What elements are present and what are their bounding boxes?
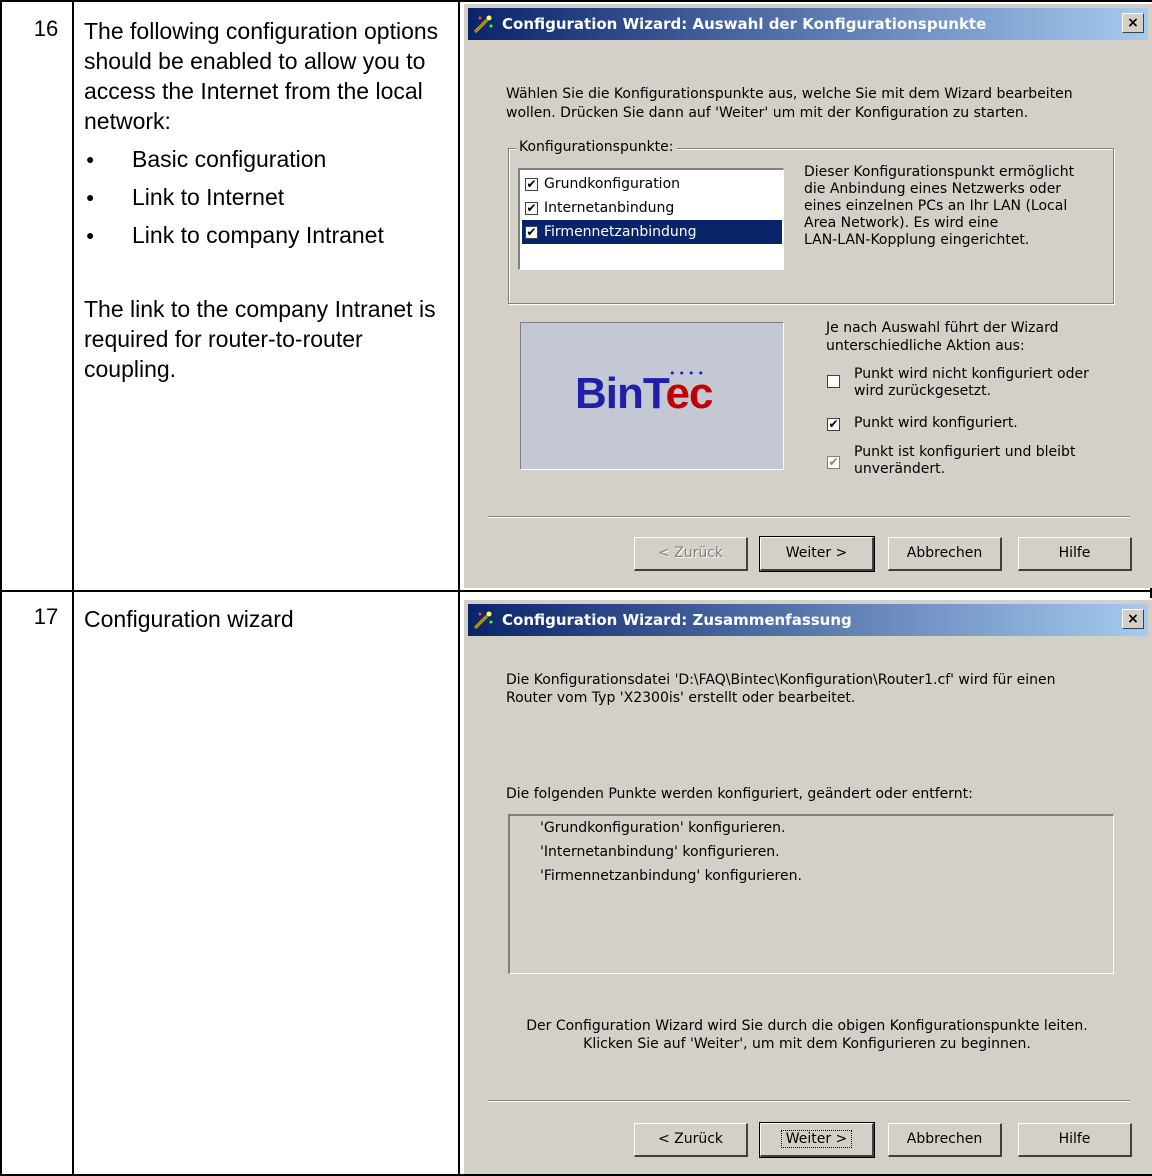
description-line: LAN-LAN-Kopplung eingerichtet. xyxy=(804,232,1030,248)
wizard-wand-icon xyxy=(473,15,493,34)
table-row-divider xyxy=(0,590,1152,592)
list-item: ● Link to company Intranet xyxy=(84,216,454,254)
config-file-text: Die Konfigurationsdatei 'D:\FAQ\Bintec\K… xyxy=(506,672,1056,688)
dialog-titlebar: Configuration Wizard: Auswahl der Konfig… xyxy=(468,8,1148,40)
wizard-dialog-summary: Configuration Wizard: Zusammenfassung × … xyxy=(462,598,1152,1174)
legend-text: Punkt wird nicht konfiguriert oder xyxy=(854,366,1089,382)
summary-list: 'Grundkonfiguration' konfigurieren. 'Int… xyxy=(508,814,1114,974)
list-item: ● Basic configuration xyxy=(84,140,454,178)
logo-text-blue: BinT xyxy=(575,369,666,418)
help-button[interactable]: Hilfe xyxy=(1018,537,1132,571)
list-item-label: Internetanbindung xyxy=(544,200,675,216)
button-separator xyxy=(488,1100,1130,1102)
wizard-wand-icon xyxy=(473,611,493,630)
back-button[interactable]: < Zurück xyxy=(634,537,748,571)
option-list: ● Basic configuration ● Link to Internet ●… xyxy=(84,140,454,254)
list-item-label: Grundkonfiguration xyxy=(544,176,681,192)
list-item: 'Grundkonfiguration' konfigurieren. xyxy=(540,820,786,836)
bullet-icon: ● xyxy=(86,151,95,167)
legend-checkbox-checked: ✔ xyxy=(827,417,840,431)
list-item-firmennetzanbindung[interactable]: ✔ Firmennetzanbindung xyxy=(522,220,782,244)
list-item: 'Firmennetzanbindung' konfigurieren. xyxy=(540,868,802,884)
bintec-logo-panel: BinTec •••• xyxy=(520,322,784,470)
intro-text-line: Wählen Sie die Konfigurationspunkte aus,… xyxy=(506,86,1073,102)
checkbox-checked[interactable]: ✔ xyxy=(525,226,538,239)
legend-text: wird zurückgesetzt. xyxy=(854,383,992,399)
footer-text-line: Klicken Sie auf 'Weiter', um mit dem Kon… xyxy=(583,1036,1031,1052)
cancel-button[interactable]: Abbrechen xyxy=(888,537,1002,571)
button-separator xyxy=(488,516,1130,518)
help-button[interactable]: Hilfe xyxy=(1018,1123,1132,1157)
wizard-dialog-selection: Configuration Wizard: Auswahl der Konfig… xyxy=(462,2,1152,588)
list-item-label: Link to company Intranet xyxy=(132,222,384,248)
table-column-divider xyxy=(458,0,460,1176)
list-item-grundkonfiguration[interactable]: ✔ Grundkonfiguration xyxy=(522,172,802,196)
footer-text-line: Der Configuration Wizard wird Sie durch … xyxy=(526,1018,1088,1034)
step-number: 16 xyxy=(33,16,59,41)
router-type-text: Router vom Typ 'X2300is' erstellt oder b… xyxy=(506,690,856,706)
dialog-title: Configuration Wizard: Zusammenfassung xyxy=(502,611,852,629)
groupbox-label: Konfigurationspunkte: xyxy=(516,139,677,155)
list-item: ● Link to Internet xyxy=(84,178,454,216)
legend-text: Punkt wird konfiguriert. xyxy=(854,415,1018,431)
list-item-internetanbindung[interactable]: ✔ Internetanbindung xyxy=(522,196,802,220)
bullet-icon: ● xyxy=(86,227,95,243)
step-description: Configuration wizard xyxy=(84,606,294,632)
list-item: 'Internetanbindung' konfigurieren. xyxy=(540,844,780,860)
list-header: Die folgenden Punkte werden konfiguriert… xyxy=(506,786,973,802)
next-button[interactable]: Weiter > xyxy=(759,1122,875,1158)
checkbox-checked[interactable]: ✔ xyxy=(525,202,538,215)
list-item-label: Basic configuration xyxy=(132,146,327,172)
list-item-label: Firmennetzanbindung xyxy=(544,224,697,240)
table-border-left xyxy=(0,0,2,1176)
next-button[interactable]: Weiter > xyxy=(759,536,875,572)
step-number: 17 xyxy=(33,604,59,629)
list-item-label: Link to Internet xyxy=(132,184,285,210)
legend-checkbox-unchecked xyxy=(827,375,840,388)
close-button[interactable]: × xyxy=(1122,609,1144,629)
dialog-titlebar: Configuration Wizard: Zusammenfassung × xyxy=(468,604,1148,636)
description-line: Area Network). Es wird eine xyxy=(804,215,999,231)
next-button-label: Weiter > xyxy=(780,1130,853,1148)
dialog-title: Configuration Wizard: Auswahl der Konfig… xyxy=(502,15,987,33)
config-points-list[interactable]: ✔ Grundkonfiguration ✔ Internetanbindung… xyxy=(518,168,784,270)
legend-text: Punkt ist konfiguriert und bleibt xyxy=(854,444,1076,460)
logo-dots: •••• xyxy=(669,367,707,380)
intro-text-line: wollen. Drücken Sie dann auf 'Weiter' um… xyxy=(506,105,1029,121)
legend-text: unverändert. xyxy=(854,461,946,477)
step-description: The following configuration options shou… xyxy=(84,16,454,384)
bullet-icon: ● xyxy=(86,189,95,205)
step-intro-text: The following configuration options shou… xyxy=(84,18,439,134)
description-line: eines einzelnen PCs an Ihr LAN (Local xyxy=(804,198,1068,214)
step-note-text: The link to the company Intranet is requ… xyxy=(84,296,436,382)
back-button[interactable]: < Zurück xyxy=(634,1123,748,1157)
description-line: Dieser Konfigurationspunkt ermöglicht xyxy=(804,164,1075,180)
description-line: die Anbindung eines Netzwerks oder xyxy=(804,181,1062,197)
close-button[interactable]: × xyxy=(1122,13,1144,33)
cancel-button[interactable]: Abbrechen xyxy=(888,1123,1002,1157)
checkbox-checked[interactable]: ✔ xyxy=(525,178,538,191)
legend-checkbox-gray: ✔ xyxy=(827,455,840,469)
legend-intro-line: unterschiedliche Aktion aus: xyxy=(826,338,1025,354)
legend-intro-line: Je nach Auswahl führt der Wizard xyxy=(826,320,1059,336)
table-column-divider xyxy=(72,0,74,1176)
